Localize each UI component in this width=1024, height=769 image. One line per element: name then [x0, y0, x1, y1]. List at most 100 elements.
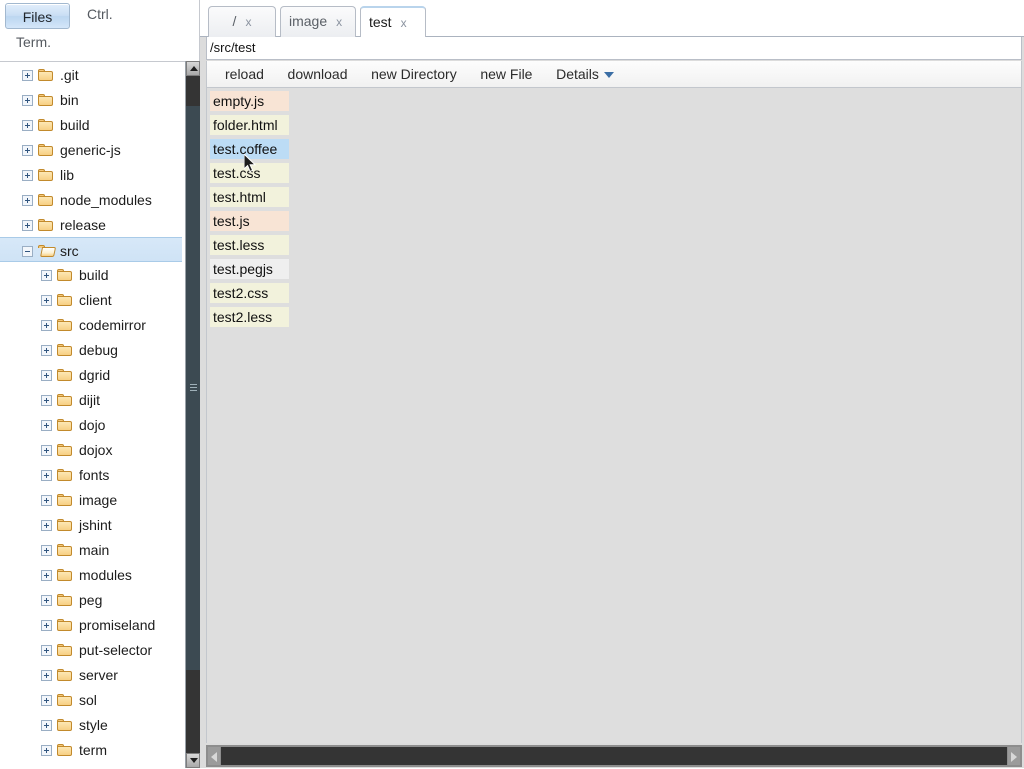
reload-button[interactable]: reload [215, 61, 274, 88]
folder-icon [57, 719, 73, 732]
expand-icon[interactable] [41, 670, 52, 681]
expand-icon[interactable] [41, 570, 52, 581]
tree-item[interactable]: server [0, 662, 182, 687]
tree-item[interactable]: sol [0, 687, 182, 712]
tree-item[interactable]: modules [0, 562, 182, 587]
tree-item[interactable]: image [0, 487, 182, 512]
expand-icon[interactable] [41, 695, 52, 706]
tree-item[interactable]: dgrid [0, 362, 182, 387]
expand-icon[interactable] [22, 170, 33, 181]
tree-item[interactable]: release [0, 212, 182, 237]
expand-icon[interactable] [22, 70, 33, 81]
file-list-item[interactable]: test.js [210, 211, 289, 231]
tree-item[interactable]: bin [0, 87, 182, 112]
app-tab-term[interactable]: Term. [16, 34, 51, 50]
expand-icon[interactable] [41, 495, 52, 506]
tree-item-label: build [79, 267, 109, 283]
folder-open-icon [38, 245, 54, 258]
tree-item[interactable]: debug [0, 337, 182, 362]
app-tab-ctrl[interactable]: Ctrl. [87, 6, 113, 22]
expand-icon[interactable] [41, 645, 52, 656]
expand-icon[interactable] [22, 220, 33, 231]
new-file-button[interactable]: new File [470, 61, 542, 88]
tree-item[interactable]: term [0, 737, 182, 762]
file-list-container[interactable]: empty.js folder.html test.coffee test.css te… [206, 88, 1022, 743]
tab-root-close-icon[interactable]: x [245, 15, 251, 29]
expand-icon[interactable] [41, 745, 52, 756]
expand-icon[interactable] [41, 420, 52, 431]
expand-icon[interactable] [41, 470, 52, 481]
scroll-left-arrow-icon[interactable] [208, 747, 220, 765]
scrollbar-track[interactable] [186, 106, 200, 670]
tree-item[interactable]: fonts [0, 462, 182, 487]
scroll-down-arrow-icon[interactable] [186, 753, 200, 768]
tree-item[interactable]: main [0, 537, 182, 562]
folder-icon [57, 494, 73, 507]
expand-icon[interactable] [22, 145, 33, 156]
file-list-item[interactable]: test.coffee [210, 139, 289, 159]
tree-item-label: term [79, 742, 107, 758]
tab-root[interactable]: /x [208, 6, 276, 37]
expand-icon[interactable] [41, 545, 52, 556]
file-list-item[interactable]: empty.js [210, 91, 289, 111]
expand-icon[interactable] [41, 270, 52, 281]
download-button[interactable]: download [278, 61, 358, 88]
tree-item[interactable]: codemirror [0, 312, 182, 337]
tab-test-close-icon[interactable]: x [401, 16, 407, 30]
tab-image[interactable]: imagex [280, 6, 356, 37]
content-horizontal-scrollbar[interactable] [206, 745, 1022, 767]
collapse-icon[interactable] [22, 246, 33, 257]
expand-icon[interactable] [41, 595, 52, 606]
tree-item[interactable]: node_modules [0, 187, 182, 212]
tab-image-close-icon[interactable]: x [336, 15, 342, 29]
tree-item[interactable]: dojo [0, 412, 182, 437]
scrollbar-thumb-top[interactable] [186, 76, 200, 106]
expand-icon[interactable] [41, 445, 52, 456]
scroll-right-arrow-icon[interactable] [1008, 747, 1020, 765]
expand-icon[interactable] [41, 720, 52, 731]
tree-item-label: promiseland [79, 617, 155, 633]
expand-icon[interactable] [41, 620, 52, 631]
tree-item[interactable]: lib [0, 162, 182, 187]
tree-item[interactable]: dojox [0, 437, 182, 462]
tree-item[interactable]: build [0, 262, 182, 287]
expand-icon[interactable] [41, 370, 52, 381]
horizontal-scrollbar-thumb[interactable] [221, 747, 1007, 765]
file-list-item[interactable]: test.html [210, 187, 289, 207]
expand-icon[interactable] [41, 320, 52, 331]
tree-item[interactable]: peg [0, 587, 182, 612]
file-tab-strip: /x imagex testx [200, 0, 1024, 37]
details-menu-button[interactable]: Details [546, 61, 624, 88]
folder-icon [57, 394, 73, 407]
tree-item[interactable]: style [0, 712, 182, 737]
file-list-item[interactable]: test.pegjs [210, 259, 289, 279]
tree-item[interactable]: promiseland [0, 612, 182, 637]
expand-icon[interactable] [41, 295, 52, 306]
tree-item[interactable]: generic-js [0, 137, 182, 162]
tab-test[interactable]: testx [360, 6, 426, 37]
scroll-up-arrow-icon[interactable] [186, 61, 200, 76]
file-list-item[interactable]: test.css [210, 163, 289, 183]
path-input[interactable]: /src/test [206, 37, 1022, 60]
expand-icon[interactable] [41, 345, 52, 356]
tree-item[interactable]: src [0, 237, 182, 262]
file-list-item[interactable]: test2.less [210, 307, 289, 327]
scrollbar-thumb-bottom[interactable] [186, 670, 200, 753]
sidebar-vertical-scrollbar[interactable] [185, 61, 200, 768]
tree-item[interactable]: put-selector [0, 637, 182, 662]
file-list-item[interactable]: test2.css [210, 283, 289, 303]
file-list-item[interactable]: test.less [210, 235, 289, 255]
expand-icon[interactable] [22, 195, 33, 206]
tree-item[interactable]: build [0, 112, 182, 137]
tree-item[interactable]: dijit [0, 387, 182, 412]
tree-item[interactable]: .git [0, 62, 182, 87]
expand-icon[interactable] [22, 95, 33, 106]
expand-icon[interactable] [41, 395, 52, 406]
tree-item[interactable]: jshint [0, 512, 182, 537]
app-tab-files[interactable]: Files [5, 3, 70, 29]
tree-item[interactable]: client [0, 287, 182, 312]
expand-icon[interactable] [41, 520, 52, 531]
expand-icon[interactable] [22, 120, 33, 131]
new-directory-button[interactable]: new Directory [361, 61, 467, 88]
file-list-item[interactable]: folder.html [210, 115, 289, 135]
